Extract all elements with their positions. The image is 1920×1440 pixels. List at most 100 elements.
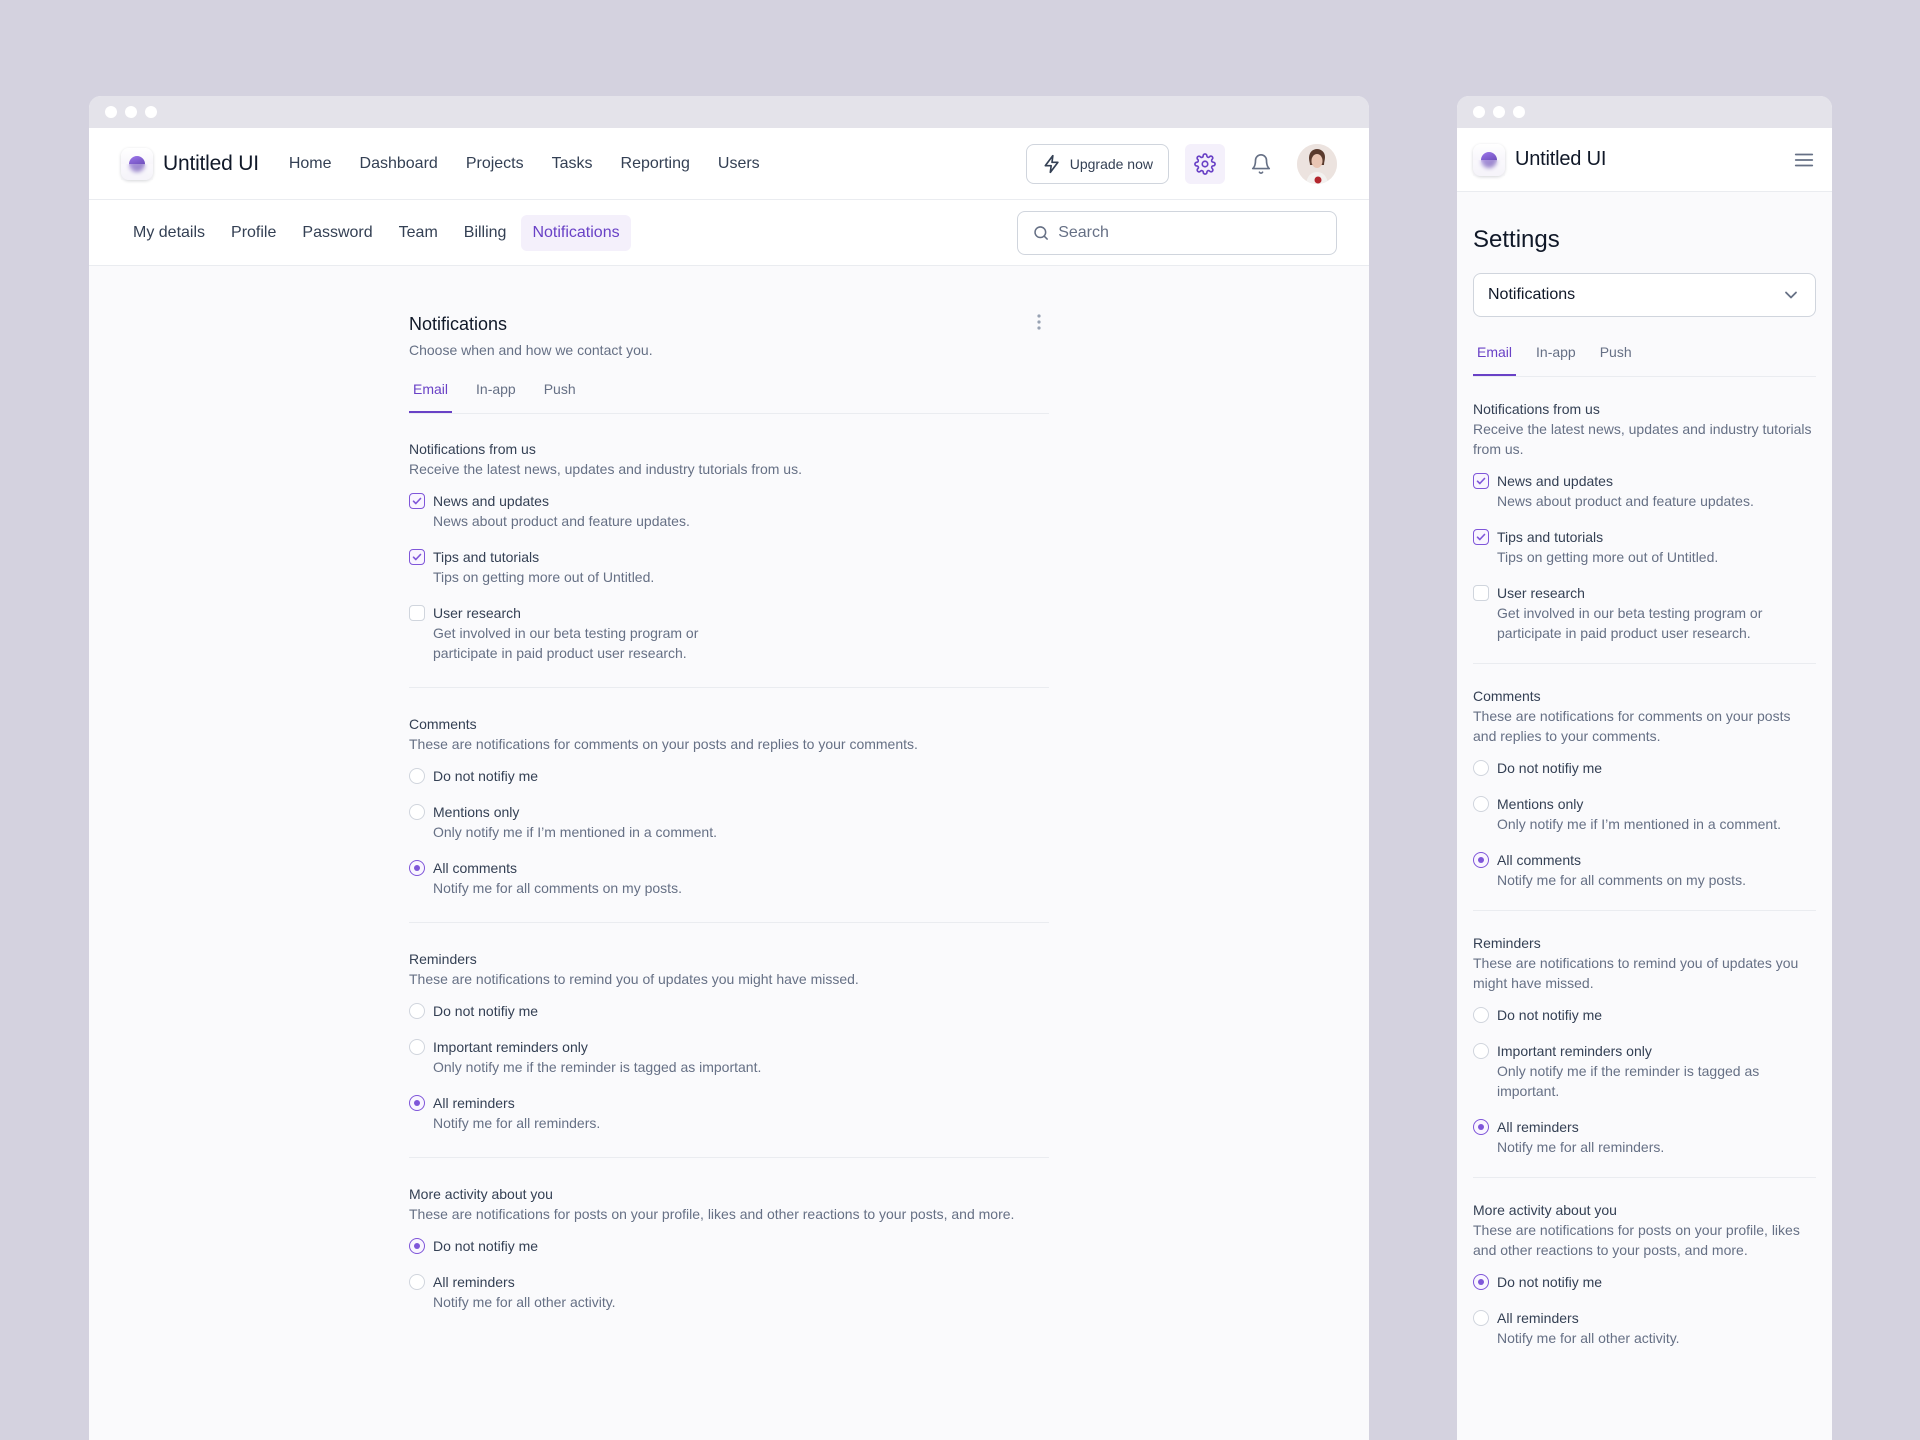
option-label: Mentions only	[433, 804, 520, 820]
nav-item-home[interactable]: Home	[275, 147, 346, 181]
option-do-not-notify[interactable]: Do not notifiy me	[1473, 1272, 1816, 1292]
settings-button[interactable]	[1185, 143, 1225, 184]
group-description: Receive the latest news, updates and ind…	[409, 461, 802, 477]
section-header: Notifications Choose when and how we con…	[409, 314, 1049, 358]
group-description: These are notifications for posts on you…	[409, 1206, 1015, 1222]
window-titlebar	[1457, 96, 1832, 128]
option-list: Do not notifiy me Important reminders on…	[1473, 1005, 1816, 1157]
tab-email[interactable]: Email	[409, 381, 453, 413]
upgrade-button[interactable]: Upgrade now	[1025, 143, 1169, 184]
option-user-research[interactable]: User research Get involved in our beta te…	[409, 603, 1049, 663]
group-activity: More activity about you These are notifi…	[409, 1158, 1049, 1336]
group-title: Reminders	[1473, 935, 1541, 951]
radio-unselected[interactable]	[409, 1039, 425, 1055]
main-nav: Home Dashboard Projects Tasks Reporting …	[275, 147, 774, 181]
tab-profile[interactable]: Profile	[220, 215, 287, 251]
option-do-not-notify[interactable]: Do not notifiy me	[1473, 758, 1816, 778]
logo[interactable]: Untitled UI	[121, 147, 259, 180]
avatar-image	[1297, 143, 1337, 184]
group-description: These are notifications to remind you of…	[1473, 955, 1799, 991]
option-tips-and-tutorials[interactable]: Tips and tutorials Tips on getting more o…	[1473, 527, 1816, 567]
mobile-content: Settings Notifications Email In-app Push…	[1457, 226, 1832, 1368]
group-description: Receive the latest news, updates and ind…	[1473, 421, 1812, 457]
avatar[interactable]	[1297, 143, 1337, 184]
tab-billing[interactable]: Billing	[453, 215, 518, 251]
notifications-button[interactable]	[1241, 144, 1281, 184]
option-list: Do not notifiy me All reminders Notify me…	[409, 1236, 1049, 1312]
option-label: Do not notifiy me	[1497, 1274, 1603, 1290]
tab-in-app[interactable]: In-app	[472, 381, 520, 413]
checkbox-checked[interactable]	[409, 493, 425, 509]
option-mentions-only[interactable]: Mentions only Only notify me if I’m menti…	[409, 802, 1049, 842]
option-do-not-notify[interactable]: Do not notifiy me	[409, 766, 1049, 786]
radio-selected[interactable]	[1473, 1274, 1489, 1290]
radio-selected[interactable]	[409, 1238, 425, 1254]
window-dot	[125, 106, 137, 118]
radio-unselected[interactable]	[1473, 760, 1489, 776]
settings-section-select[interactable]: Notifications	[1473, 273, 1816, 317]
option-do-not-notify[interactable]: Do not notifiy me	[1473, 1005, 1816, 1025]
menu-button[interactable]	[1792, 148, 1816, 172]
select-value: Notifications	[1488, 286, 1576, 303]
option-hint: Notify me for all reminders.	[433, 1115, 601, 1131]
option-all-reminders[interactable]: All reminders Notify me for all reminders…	[1473, 1117, 1816, 1157]
logo[interactable]: Untitled UI	[1473, 143, 1607, 176]
search-input[interactable]	[1058, 223, 1322, 242]
option-user-research[interactable]: User research Get involved in our beta te…	[1473, 583, 1816, 643]
nav-item-users[interactable]: Users	[704, 147, 774, 181]
tab-notifications[interactable]: Notifications	[521, 214, 631, 251]
option-all-comments[interactable]: All comments Notify me for all comments o…	[409, 858, 1049, 898]
checkbox-checked[interactable]	[409, 549, 425, 565]
menu-icon	[1794, 153, 1814, 166]
option-do-not-notify[interactable]: Do not notifiy me	[409, 1236, 1049, 1256]
radio-selected[interactable]	[1473, 852, 1489, 868]
tab-email[interactable]: Email	[1473, 344, 1517, 376]
option-hint: Notify me for all comments on my posts.	[1497, 872, 1746, 888]
app-name: Untitled UI	[1515, 148, 1607, 170]
option-all-activity[interactable]: All reminders Notify me for all other act…	[409, 1272, 1049, 1312]
option-important-reminders[interactable]: Important reminders only Only notify me i…	[1473, 1041, 1816, 1101]
nav-item-dashboard[interactable]: Dashboard	[346, 147, 452, 181]
option-important-reminders[interactable]: Important reminders only Only notify me i…	[409, 1037, 1049, 1077]
option-tips-and-tutorials[interactable]: Tips and tutorials Tips on getting more o…	[409, 547, 1049, 587]
option-label: Important reminders only	[1497, 1043, 1652, 1059]
search-box[interactable]	[1017, 210, 1337, 255]
tab-my-details[interactable]: My details	[122, 215, 216, 251]
option-all-reminders[interactable]: All reminders Notify me for all reminders…	[409, 1093, 1049, 1133]
option-all-comments[interactable]: All comments Notify me for all comments o…	[1473, 850, 1816, 890]
option-news-and-updates[interactable]: News and updates News about product and f…	[409, 491, 1049, 531]
option-mentions-only[interactable]: Mentions only Only notify me if I’m menti…	[1473, 794, 1816, 834]
tab-password[interactable]: Password	[291, 215, 383, 251]
checkbox-checked[interactable]	[1473, 473, 1489, 489]
radio-unselected[interactable]	[409, 804, 425, 820]
checkbox-unchecked[interactable]	[1473, 585, 1489, 601]
tab-in-app[interactable]: In-app	[1532, 344, 1580, 376]
top-header: Untitled UI Home Dashboard Projects Task…	[89, 128, 1369, 200]
option-label: Tips and tutorials	[1497, 529, 1604, 545]
checkbox-checked[interactable]	[1473, 529, 1489, 545]
option-list: Do not notifiy me Mentions only Only noti…	[409, 766, 1049, 898]
option-hint: Tips on getting more out of Untitled.	[1497, 549, 1719, 565]
option-news-and-updates[interactable]: News and updates News about product and f…	[1473, 471, 1816, 511]
radio-unselected[interactable]	[409, 1003, 425, 1019]
nav-item-reporting[interactable]: Reporting	[607, 147, 704, 181]
radio-unselected[interactable]	[1473, 1310, 1489, 1326]
radio-unselected[interactable]	[1473, 796, 1489, 812]
radio-unselected[interactable]	[409, 768, 425, 784]
radio-selected[interactable]	[409, 860, 425, 876]
radio-unselected[interactable]	[1473, 1043, 1489, 1059]
tab-push[interactable]: Push	[1596, 344, 1636, 376]
nav-item-projects[interactable]: Projects	[452, 147, 538, 181]
nav-item-tasks[interactable]: Tasks	[538, 147, 607, 181]
option-do-not-notify[interactable]: Do not notifiy me	[409, 1001, 1049, 1021]
radio-selected[interactable]	[409, 1095, 425, 1111]
tab-team[interactable]: Team	[388, 215, 449, 251]
group-title: Notifications from us	[409, 441, 536, 457]
radio-selected[interactable]	[1473, 1119, 1489, 1135]
tab-push[interactable]: Push	[540, 381, 580, 413]
more-options-button[interactable]	[1029, 312, 1049, 332]
radio-unselected[interactable]	[1473, 1007, 1489, 1023]
radio-unselected[interactable]	[409, 1274, 425, 1290]
option-all-activity[interactable]: All reminders Notify me for all other act…	[1473, 1308, 1816, 1348]
checkbox-unchecked[interactable]	[409, 605, 425, 621]
